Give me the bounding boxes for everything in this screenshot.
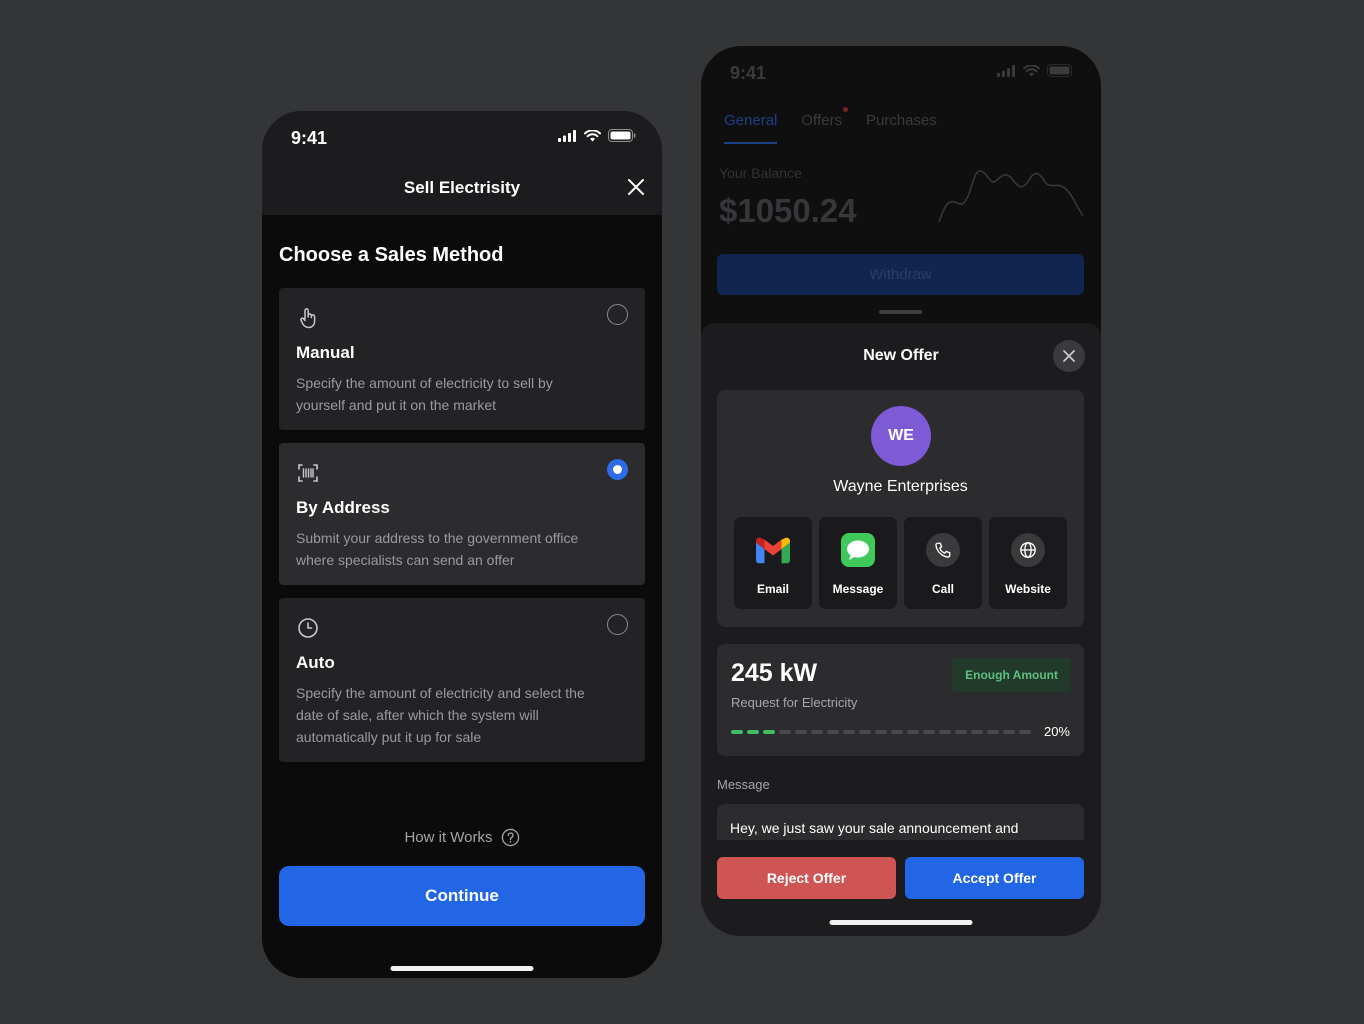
progress-percent: 20% [1043,724,1070,739]
balance-sparkline [938,170,1084,223]
home-indicator [390,966,534,971]
hand-pointer-icon [300,308,316,329]
section-title: Choose a Sales Method [279,244,504,266]
sheet-title: New Offer [863,347,939,364]
progress-bar [731,730,1031,734]
progress-segment [731,730,743,734]
message-bubble-icon [841,533,875,567]
close-icon[interactable] [626,177,646,197]
reject-offer-button[interactable]: Reject Offer [717,857,896,899]
home-indicator [829,920,973,925]
request-amount: 245 kW [731,659,818,687]
website-action[interactable]: Website [989,517,1067,609]
request-card: 245 kW Request for Electricity Enough Am… [717,644,1084,756]
dimmed-background: 9:41 General Offers Purchases Your Balan… [701,46,1101,326]
wifi-icon [584,129,601,141]
action-label: Website [1005,582,1051,596]
request-subtitle: Request for Electricity [731,695,858,710]
tab-general[interactable]: General [724,112,778,144]
offer-buttons: Reject Offer Accept Offer [717,857,1084,899]
method-radio-auto[interactable] [607,614,628,635]
progress-segment [987,730,999,734]
method-title: By Address [296,498,390,517]
progress-segment [763,730,775,734]
action-label: Email [756,582,789,596]
withdraw-button[interactable]: Withdraw [717,254,1084,295]
globe-icon [1020,542,1036,558]
barcode-scan-icon [298,464,318,482]
call-action[interactable]: Call [904,517,982,609]
progress-segment [891,730,903,734]
company-name: Wayne Enterprises [833,478,968,495]
progress-segment [747,730,759,734]
gmail-icon [756,537,790,563]
continue-button[interactable]: Continue [279,866,645,926]
battery-icon [1047,64,1072,77]
progress-segment [939,730,951,734]
signal-icon [558,129,576,142]
action-label: Call [931,582,954,596]
progress-segment [971,730,983,734]
contact-actions: Email Message Call Website [734,517,1067,609]
clock-icon [298,618,318,638]
sell-electricity-screen: 9:41 Sell Electrisity Choose a Sales Met… [262,111,662,978]
battery-icon [608,129,636,142]
how-it-works-label: How it Works [404,829,493,846]
balance-value: $1050.24 [719,192,857,229]
progress-segment [859,730,871,734]
progress-segment [1003,730,1015,734]
phone-icon [935,542,951,558]
status-time: 9:41 [291,128,328,148]
action-label: Message [832,582,884,596]
wifi-icon [1023,64,1040,76]
progress-segment [923,730,935,734]
status-time: 9:41 [730,63,767,83]
email-action[interactable]: Email [734,517,812,609]
sheet-handle[interactable] [879,310,922,314]
notification-dot [842,107,848,112]
page-title: Sell Electrisity [403,178,521,197]
method-title: Manual [296,343,355,362]
progress-segment [907,730,919,734]
close-icon [1063,350,1075,362]
how-it-works-link[interactable]: How it Works [262,828,662,847]
sheet-close-button[interactable] [1053,340,1085,372]
balance-label: Your Balance [719,165,802,181]
progress-segment [875,730,887,734]
method-title: Auto [296,653,335,672]
status-bar: 9:41 [701,46,1101,90]
message-action[interactable]: Message [819,517,897,609]
message-label: Message [717,777,770,792]
status-bar: 9:41 [262,111,662,155]
avatar: WE [871,406,931,466]
progress-segment [779,730,791,734]
method-description: Specify the amount of electricity and se… [296,685,585,745]
method-radio-by-address[interactable] [607,459,628,480]
new-offer-sheet: New Offer WE Wayne Enterprises Email Mes… [701,323,1101,936]
method-card-by-address[interactable]: By Address Submit your address to the go… [279,443,645,585]
method-radio-manual[interactable] [607,304,628,325]
progress-segment [827,730,839,734]
method-description: Specify the amount of electricity to sel… [296,375,553,413]
tab-purchases[interactable]: Purchases [866,112,937,129]
signal-icon [997,64,1015,77]
method-description: Submit your address to the government of… [296,530,579,568]
status-badge: Enough Amount [952,658,1071,692]
progress-segment [955,730,967,734]
tab-offers[interactable]: Offers [801,107,848,129]
progress-segment [843,730,855,734]
method-card-manual[interactable]: Manual Specify the amount of electricity… [279,288,645,430]
tab-bar: General Offers Purchases [724,107,937,144]
method-card-auto[interactable]: Auto Specify the amount of electricity a… [279,598,645,762]
progress-segment [795,730,807,734]
progress-segment [1019,730,1031,734]
new-offer-screen: 9:41 General Offers Purchases Your Balan… [701,46,1101,936]
question-circle-icon [501,828,519,847]
company-card: WE Wayne Enterprises Email Message Call … [717,390,1084,627]
progress-segment [811,730,823,734]
accept-offer-button[interactable]: Accept Offer [905,857,1084,899]
